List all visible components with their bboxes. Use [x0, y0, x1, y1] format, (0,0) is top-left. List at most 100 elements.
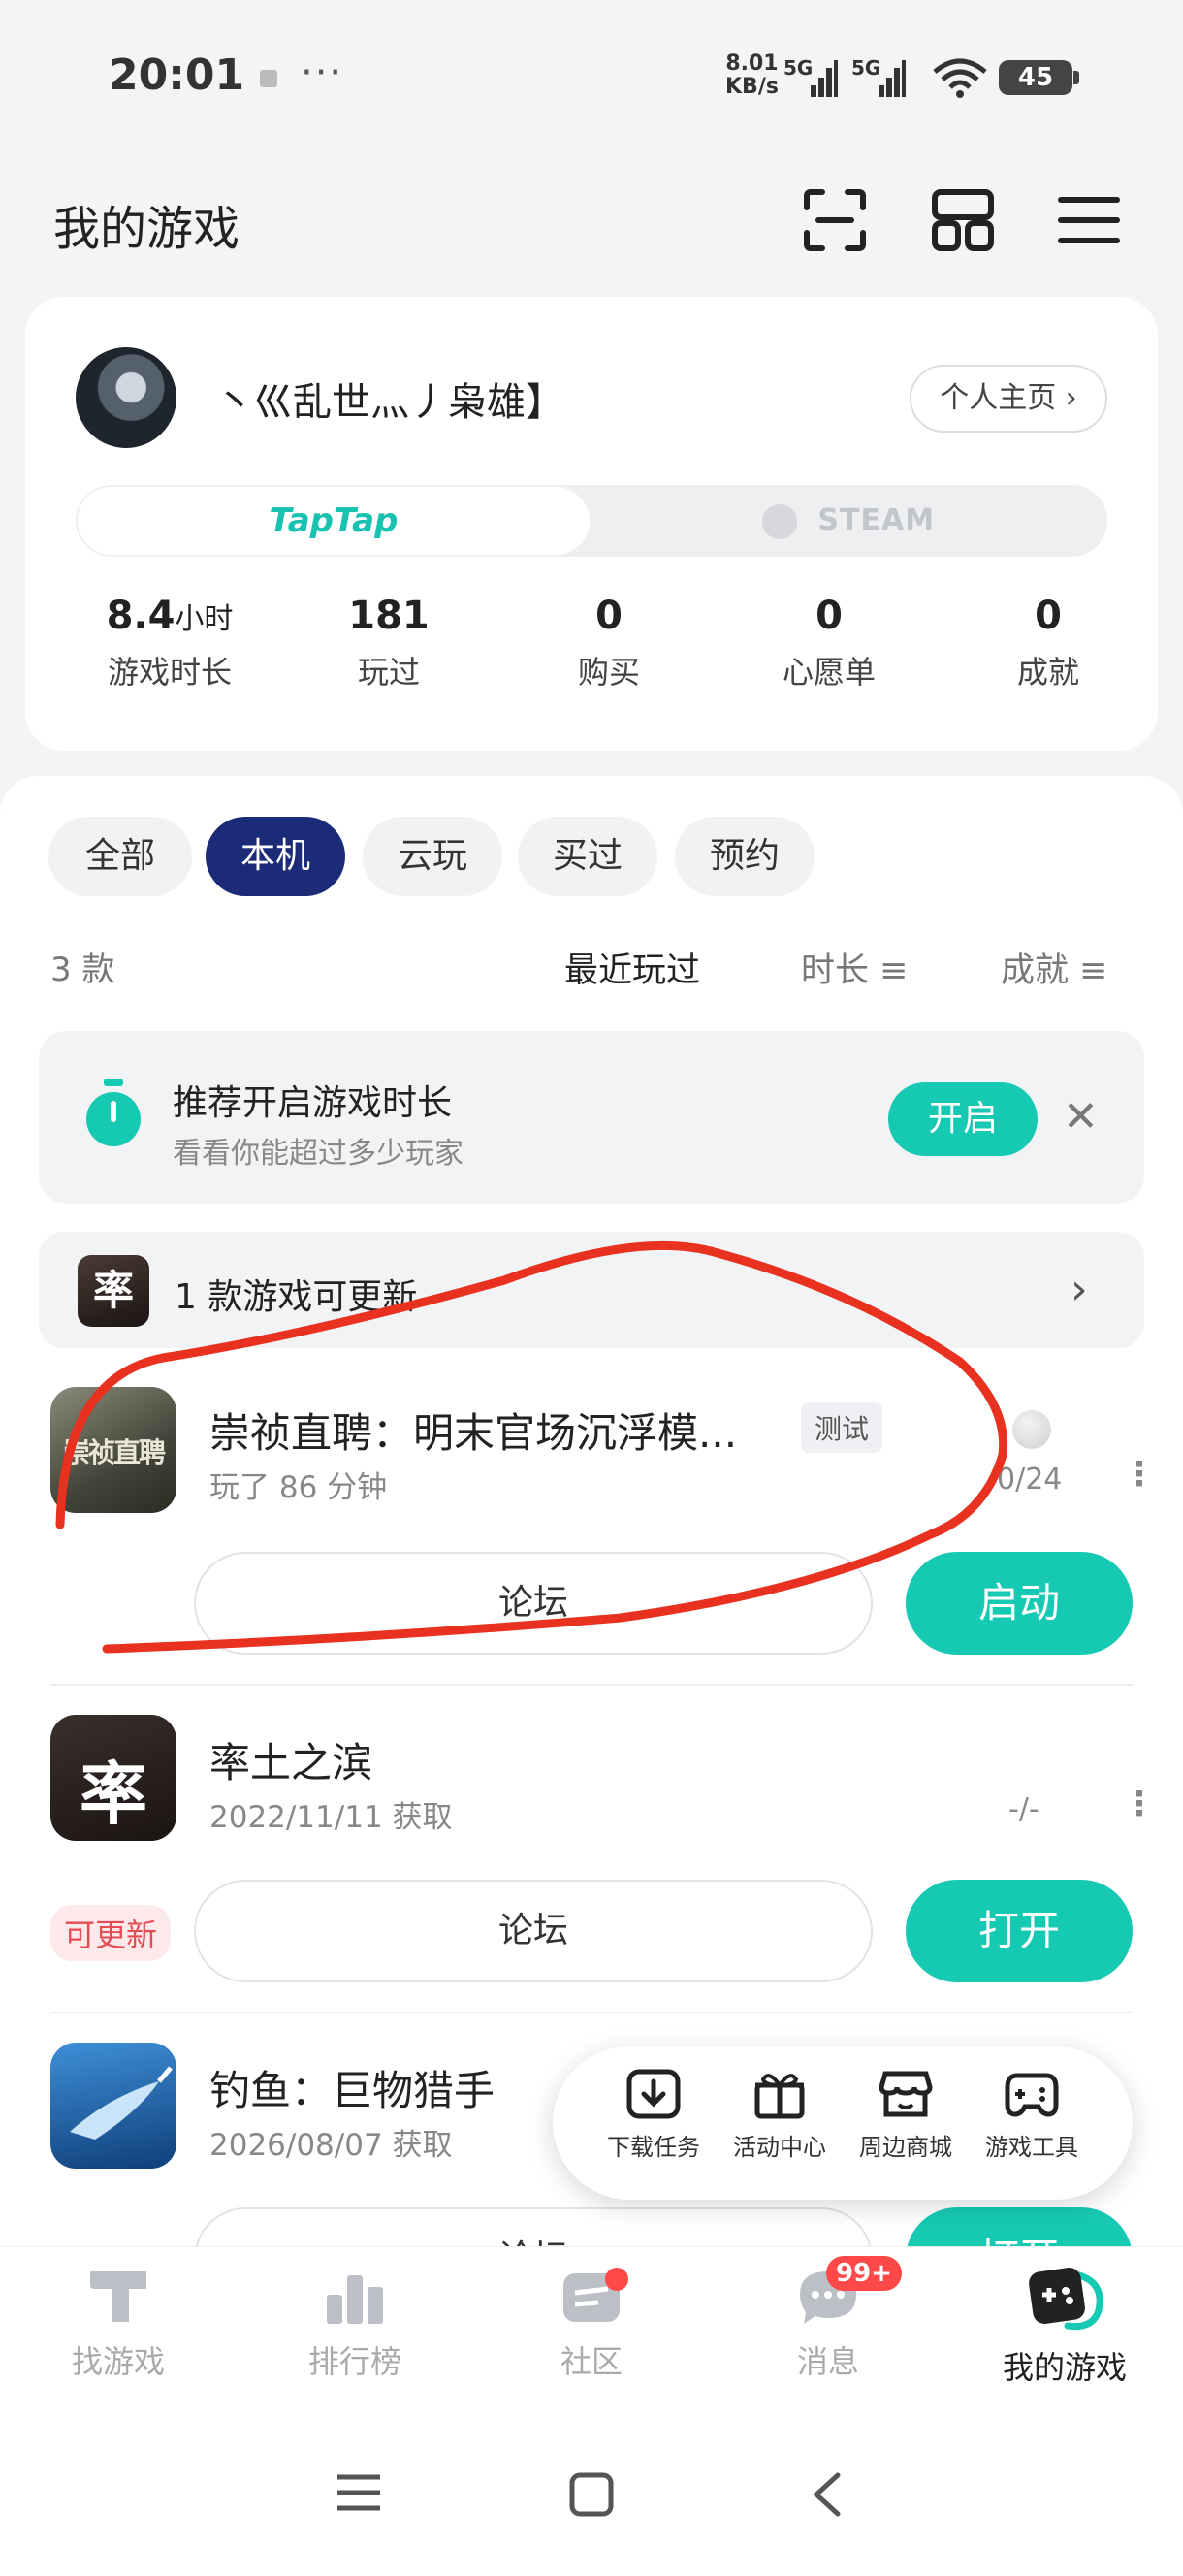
- tab-steam[interactable]: STEAM: [592, 487, 1105, 555]
- more-options-icon[interactable]: ⋮: [1123, 1785, 1156, 1823]
- stat-playtime[interactable]: 8.4小时 游戏时长: [58, 594, 281, 692]
- stat-value: 181: [348, 594, 430, 638]
- open-button[interactable]: 打开: [906, 1880, 1133, 1982]
- net-speed: 8.01 KB/s: [725, 52, 779, 99]
- more-options-icon[interactable]: ⋮: [1123, 1455, 1156, 1494]
- game-name[interactable]: 崇祯直聘：明末官场沉浮模...: [209, 1401, 737, 1460]
- stat-value: 8.4: [106, 594, 176, 638]
- net-speed-unit: KB/s: [725, 75, 779, 99]
- stopwatch-icon: [83, 1079, 144, 1150]
- divider: [50, 2012, 1133, 2013]
- game-icon-fishing[interactable]: [50, 2043, 176, 2169]
- filter-cloud[interactable]: 云玩: [363, 817, 502, 896]
- status-more-icon: ···: [301, 50, 344, 95]
- quick-merch-store[interactable]: 周边商城: [842, 2068, 970, 2162]
- net-speed-value: 8.01: [725, 51, 779, 76]
- tab-label: 排行榜: [307, 2343, 401, 2380]
- tab-label: 社区: [560, 2343, 623, 2380]
- test-tag: 测试: [801, 1402, 883, 1453]
- sort-duration[interactable]: 时长 ≡: [801, 943, 908, 992]
- page-title: 我的游戏: [53, 202, 240, 256]
- stat-label: 购买: [577, 654, 640, 691]
- scan-icon[interactable]: [801, 186, 869, 254]
- quick-menu-label: 周边商城: [859, 2134, 952, 2161]
- battery-icon: 45: [999, 60, 1079, 95]
- launch-button[interactable]: 启动: [906, 1552, 1133, 1655]
- tab-community[interactable]: 社区: [473, 2266, 710, 2382]
- forum-button[interactable]: 论坛: [194, 1880, 873, 1982]
- ranking-icon: [327, 2275, 383, 2324]
- filter-all[interactable]: 全部: [48, 817, 192, 896]
- game-count: 3 款: [50, 950, 115, 989]
- divider: [50, 1684, 1133, 1686]
- achievement-icon: [1012, 1410, 1051, 1449]
- quick-menu-label: 游戏工具: [985, 2134, 1078, 2161]
- home-icon[interactable]: [568, 2471, 615, 2522]
- update-available-badge: 可更新: [50, 1905, 172, 1961]
- profile-home-label: 个人主页: [940, 381, 1057, 415]
- sort-recent[interactable]: 最近玩过: [564, 943, 700, 992]
- game-acquired-date: 2022/11/11 获取: [209, 1800, 453, 1835]
- tab-label: 消息: [796, 2343, 859, 2380]
- promo-title: 推荐开启游戏时长: [173, 1083, 453, 1123]
- update-banner-text: 1 款游戏可更新: [175, 1277, 418, 1317]
- tab-find-games[interactable]: 找游戏: [0, 2266, 237, 2382]
- grid-layout-icon[interactable]: [929, 186, 997, 254]
- game-name[interactable]: 率土之滨: [209, 1730, 372, 1789]
- game-icon-chongzhen[interactable]: 崇祯直聘: [50, 1387, 176, 1513]
- stat-purchased[interactable]: 0 购买: [497, 594, 720, 692]
- steam-logo-icon: [761, 503, 797, 539]
- game-icon-shuaitu[interactable]: 率: [50, 1715, 176, 1841]
- tab-taptap[interactable]: TapTap: [78, 487, 590, 555]
- filter-bought[interactable]: 买过: [518, 817, 657, 896]
- shop-icon: [879, 2071, 933, 2117]
- my-games-icon: [1029, 2268, 1103, 2331]
- quick-activity-center[interactable]: 活动中心: [716, 2068, 844, 2162]
- stat-label: 成就: [1016, 654, 1079, 691]
- tab-steam-label: STEAM: [817, 503, 936, 537]
- game-playtime: 玩了 86 分钟: [209, 1470, 388, 1505]
- quick-download-tasks[interactable]: 下载任务: [590, 2068, 718, 2162]
- games-sheet: [0, 776, 1183, 2250]
- sort-achievement[interactable]: 成就 ≡: [1001, 943, 1107, 992]
- community-notification-dot: [605, 2268, 628, 2291]
- game-name[interactable]: 钓鱼：巨物猎手: [209, 2058, 495, 2117]
- tab-messages[interactable]: 消息: [710, 2266, 946, 2382]
- stat-label: 玩过: [357, 654, 420, 691]
- chevron-right-icon[interactable]: ›: [1071, 1265, 1088, 1314]
- avatar[interactable]: [76, 347, 176, 448]
- sort-icon: ≡: [879, 951, 909, 990]
- enable-playtime-button[interactable]: 开启: [888, 1082, 1038, 1156]
- filter-local[interactable]: 本机: [206, 817, 345, 896]
- username: 丶巛乱世灬丿枭雄】: [215, 380, 564, 425]
- download-icon: [626, 2069, 681, 2119]
- sort-duration-label: 时长: [801, 951, 870, 990]
- quick-menu-label: 下载任务: [607, 2134, 700, 2161]
- stat-wishlist[interactable]: 0 心愿单: [718, 594, 941, 692]
- quick-menu-label: 活动中心: [733, 2134, 826, 2161]
- back-icon[interactable]: [809, 2471, 844, 2522]
- filter-reserved[interactable]: 预约: [675, 817, 815, 896]
- forum-button[interactable]: 论坛: [194, 1552, 873, 1655]
- sort-icon: ≡: [1079, 951, 1108, 990]
- close-icon[interactable]: ✕: [1063, 1092, 1099, 1142]
- stat-unit: 小时: [175, 602, 234, 636]
- sort-achievement-label: 成就: [1001, 951, 1070, 990]
- achievement-progress: -/-: [1008, 1792, 1039, 1826]
- notification-indicator-icon: [260, 70, 277, 87]
- status-time: 20:01: [109, 50, 245, 100]
- profile-home-button[interactable]: 个人主页 ›: [910, 365, 1107, 433]
- stat-played[interactable]: 181 玩过: [277, 594, 500, 692]
- wifi-icon: [931, 56, 989, 103]
- tab-my-games[interactable]: 我的游戏: [946, 2266, 1183, 2388]
- message-count-badge: 99+: [826, 2256, 902, 2291]
- stat-value: 0: [815, 594, 843, 638]
- recent-apps-icon[interactable]: [336, 2471, 382, 2518]
- stat-label: 心愿单: [782, 654, 876, 691]
- stat-achievements[interactable]: 0 成就: [937, 594, 1160, 692]
- tab-ranking[interactable]: 排行榜: [237, 2266, 473, 2382]
- game-icon-text: 崇祯直聘: [62, 1436, 166, 1468]
- achievement-progress: 0/24: [997, 1463, 1063, 1497]
- quick-game-tools[interactable]: 游戏工具: [968, 2068, 1096, 2162]
- menu-icon[interactable]: [1055, 186, 1123, 254]
